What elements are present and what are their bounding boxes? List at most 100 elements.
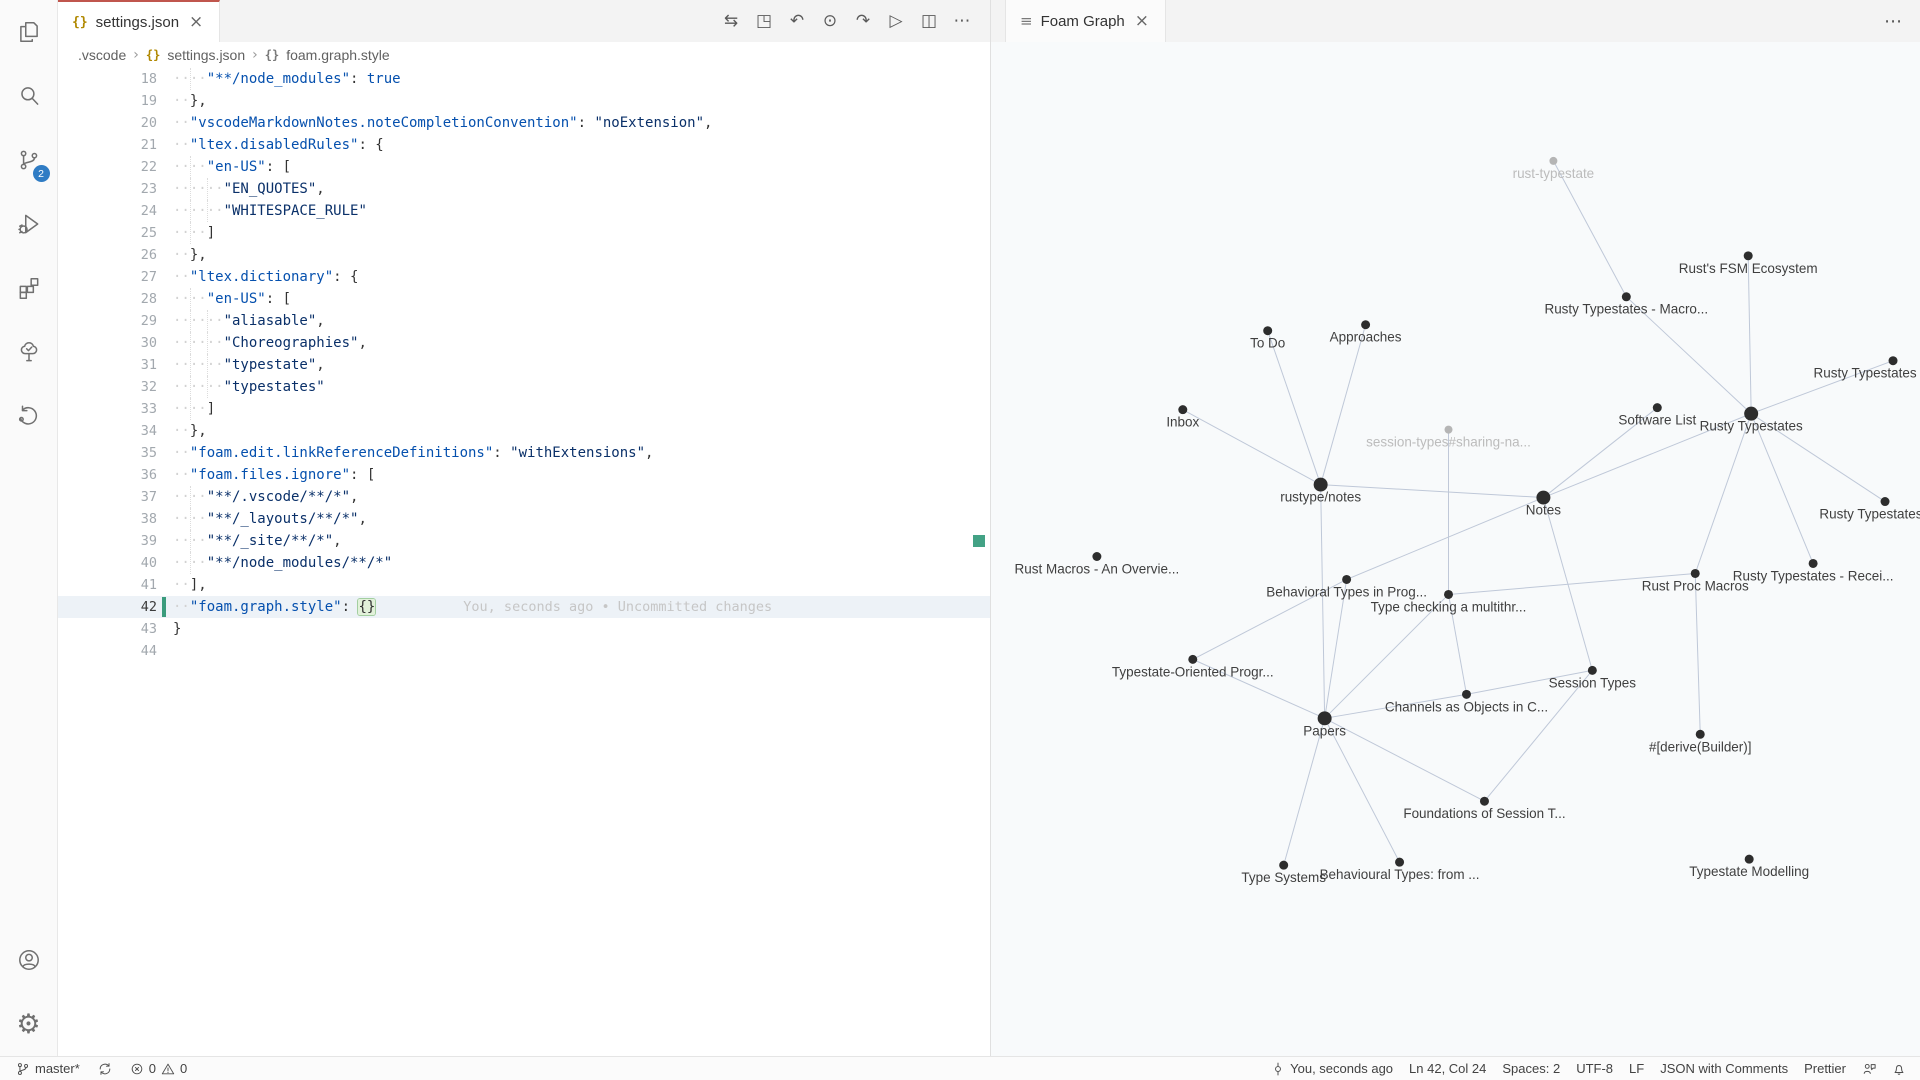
panel-more-actions-icon[interactable]: ⋯ [1884, 0, 1920, 42]
sync-button[interactable] [98, 1062, 112, 1076]
line-number: 34 [58, 420, 157, 442]
code-line[interactable]: 28····"en-US": [ [58, 288, 990, 310]
todo-tree-icon [16, 339, 42, 365]
graph-node[interactable] [1092, 552, 1101, 561]
graph-node-label: Foundations of Session T... [1403, 806, 1565, 821]
formatter-indicator[interactable]: Prettier [1804, 1061, 1846, 1076]
graph-node[interactable] [1549, 157, 1557, 165]
code-line[interactable]: 44 [58, 640, 990, 662]
graph-node[interactable] [1809, 559, 1818, 568]
language-mode[interactable]: JSON with Comments [1660, 1061, 1788, 1076]
code-line[interactable]: 38····"**/_layouts/**/*", [58, 508, 990, 530]
eol-indicator[interactable]: LF [1629, 1061, 1644, 1076]
graph-node[interactable] [1696, 730, 1705, 739]
open-changes-icon[interactable]: ⇆ [719, 11, 743, 31]
code-line[interactable]: 23······"EN_QUOTES", [58, 178, 990, 200]
split-editor-icon[interactable]: ◫ [917, 11, 941, 31]
foam-graph-canvas[interactable]: rust-typestateRust's FSM EcosystemRusty … [991, 42, 1920, 1056]
code-line[interactable]: 33····] [58, 398, 990, 420]
graph-node[interactable] [1342, 575, 1351, 584]
activity-extensions[interactable] [0, 256, 58, 320]
cursor-position[interactable]: Ln 42, Col 24 [1409, 1061, 1486, 1076]
graph-node[interactable] [1881, 497, 1890, 506]
code-line[interactable]: 32······"typestates" [58, 376, 990, 398]
tab-foam-graph[interactable]: ≡ Foam Graph × [1005, 0, 1166, 42]
graph-node[interactable] [1445, 426, 1453, 434]
tab-settings-json[interactable]: {} settings.json × [58, 0, 220, 42]
tab-close-icon[interactable]: × [187, 12, 205, 32]
code-line[interactable]: 29······"aliasable", [58, 310, 990, 332]
graph-node[interactable] [1395, 858, 1404, 867]
activity-account[interactable] [0, 928, 58, 992]
graph-node[interactable] [1361, 320, 1370, 329]
panel-tab-bar: ≡ Foam Graph × ⋯ [991, 0, 1920, 42]
code-line[interactable]: 40····"**/node_modules/**/*" [58, 552, 990, 574]
breadcrumb-item-vscode[interactable]: .vscode [78, 47, 126, 63]
graph-node[interactable] [1622, 292, 1631, 301]
code-line[interactable]: 21··"ltex.disabledRules": { [58, 134, 990, 156]
code-line[interactable]: 31······"typestate", [58, 354, 990, 376]
graph-node[interactable] [1744, 251, 1753, 260]
encoding-indicator[interactable]: UTF-8 [1576, 1061, 1613, 1076]
graph-node[interactable] [1745, 855, 1754, 864]
graph-node[interactable] [1691, 569, 1700, 578]
code-line[interactable]: 27··"ltex.dictionary": { [58, 266, 990, 288]
graph-node-label: Rusty Typestates - [1819, 507, 1920, 522]
activity-settings[interactable]: ⚙ [0, 992, 58, 1056]
next-change-icon[interactable]: ↷ [851, 11, 875, 31]
code-line[interactable]: 39····"**/_site/**/*", [58, 530, 990, 552]
code-line[interactable]: 41··], [58, 574, 990, 596]
more-actions-icon[interactable]: ⋯ [950, 11, 974, 31]
indentation-indicator[interactable]: Spaces: 2 [1502, 1061, 1560, 1076]
branch-indicator[interactable]: master* [16, 1061, 80, 1076]
code-line[interactable]: 19··}, [58, 90, 990, 112]
graph-node-label: #[derive(Builder)] [1649, 739, 1752, 754]
code-line[interactable]: 36··"foam.files.ignore": [ [58, 464, 990, 486]
activity-history[interactable] [0, 384, 58, 448]
commit-info[interactable]: You, seconds ago [1271, 1061, 1393, 1076]
code-line[interactable]: 42··"foam.graph.style": {}You, seconds a… [58, 596, 990, 618]
compare-changes-icon[interactable]: ⊙ [818, 11, 842, 31]
formatter-label: Prettier [1804, 1061, 1846, 1076]
code-line[interactable]: 20··"vscodeMarkdownNotes.noteCompletionC… [58, 112, 990, 134]
notifications-button[interactable] [1892, 1062, 1906, 1076]
graph-node[interactable] [1188, 655, 1197, 664]
code-line[interactable]: 24······"WHITESPACE_RULE" [58, 200, 990, 222]
activity-search[interactable] [0, 64, 58, 128]
code-line[interactable]: 30······"Choreographies", [58, 332, 990, 354]
code-line[interactable]: 22····"en-US": [ [58, 156, 990, 178]
breadcrumb-item-foam-graph-style[interactable]: foam.graph.style [286, 47, 390, 63]
json-file-icon: {} [72, 15, 88, 30]
graph-node[interactable] [1588, 666, 1597, 675]
activity-explorer[interactable] [0, 0, 58, 64]
graph-node[interactable] [1889, 356, 1898, 365]
graph-node[interactable] [1178, 405, 1187, 414]
code-line[interactable]: 18····"**/node_modules": true [58, 68, 990, 90]
code-line[interactable]: 25····] [58, 222, 990, 244]
graph-node[interactable] [1462, 690, 1471, 699]
breadcrumb-item-settings-json[interactable]: settings.json [167, 47, 245, 63]
activity-run-debug[interactable] [0, 192, 58, 256]
graph-node[interactable] [1279, 861, 1288, 870]
feedback-icon [1862, 1062, 1876, 1076]
activity-todo-tree[interactable] [0, 320, 58, 384]
code-line[interactable]: 34··}, [58, 420, 990, 442]
open-preview-icon[interactable]: ◳ [752, 11, 776, 31]
code-line[interactable]: 35··"foam.edit.linkReferenceDefinitions"… [58, 442, 990, 464]
code-editor[interactable]: 18····"**/node_modules": true19··},20··"… [58, 68, 990, 1056]
run-icon[interactable]: ▷ [884, 11, 908, 31]
graph-node[interactable] [1653, 403, 1662, 412]
problems-indicator[interactable]: 0 0 [130, 1061, 187, 1076]
activity-source-control[interactable]: 2 [0, 128, 58, 192]
line-number: 35 [58, 442, 157, 464]
code-line[interactable]: 26··}, [58, 244, 990, 266]
graph-node[interactable] [1263, 326, 1272, 335]
code-line[interactable]: 43} [58, 618, 990, 640]
line-number: 23 [58, 178, 157, 200]
graph-node[interactable] [1444, 590, 1453, 599]
graph-node[interactable] [1480, 797, 1489, 806]
prev-change-icon[interactable]: ↶ [785, 11, 809, 31]
feedback-button[interactable] [1862, 1062, 1876, 1076]
panel-tab-close-icon[interactable]: × [1133, 11, 1151, 31]
code-line[interactable]: 37····"**/.vscode/**/*", [58, 486, 990, 508]
